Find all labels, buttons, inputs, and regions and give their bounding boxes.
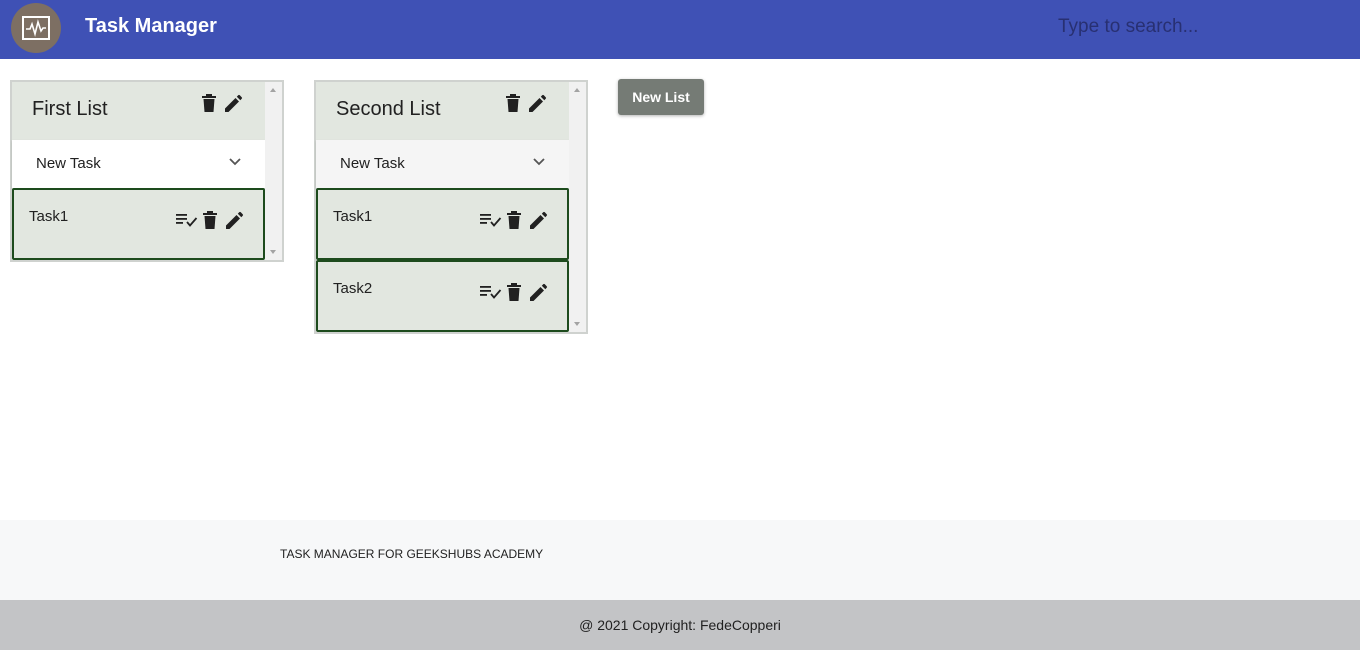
trash-icon[interactable] xyxy=(505,94,521,112)
list-header: First List xyxy=(12,82,265,140)
app-title: Task Manager xyxy=(85,15,217,37)
task-label: Task2 xyxy=(333,280,373,297)
list-card-second: Second List New Task Task1 Task2 xyxy=(314,80,588,334)
playlist-check-icon[interactable] xyxy=(480,212,502,228)
activity-monitor-icon[interactable] xyxy=(11,3,61,53)
new-task-expander[interactable]: New Task xyxy=(12,140,265,188)
task-item: Task2 xyxy=(316,260,569,332)
edit-icon[interactable] xyxy=(224,211,244,231)
playlist-check-icon[interactable] xyxy=(176,212,198,228)
list-scrollbar[interactable] xyxy=(265,82,282,260)
search-input[interactable] xyxy=(1058,12,1348,42)
footer: TASK MANAGER FOR GEEKSHUBS ACADEMY xyxy=(0,520,1360,600)
edit-icon[interactable] xyxy=(528,211,548,231)
scroll-down-icon[interactable] xyxy=(574,322,580,326)
list-title: Second List xyxy=(336,98,441,120)
chevron-down-icon[interactable] xyxy=(228,157,242,167)
playlist-check-icon[interactable] xyxy=(480,284,502,300)
new-task-label: New Task xyxy=(36,155,101,172)
trash-icon[interactable] xyxy=(506,283,522,301)
scroll-down-icon[interactable] xyxy=(270,250,276,254)
copyright-text: @ 2021 Copyright: FedeCopperi xyxy=(579,617,781,633)
top-app-bar: Task Manager xyxy=(0,0,1360,59)
edit-icon[interactable] xyxy=(528,283,548,303)
list-scrollbar[interactable] xyxy=(569,82,586,332)
task-label: Task1 xyxy=(29,208,69,225)
footer-text: TASK MANAGER FOR GEEKSHUBS ACADEMY xyxy=(280,547,544,561)
trash-icon[interactable] xyxy=(202,211,218,229)
task-item: Task1 xyxy=(316,188,569,260)
list-header: Second List xyxy=(316,82,569,140)
list-card-first: First List New Task Task1 xyxy=(10,80,284,262)
new-task-label: New Task xyxy=(340,155,405,172)
new-list-button[interactable]: New List xyxy=(618,79,704,115)
edit-icon[interactable] xyxy=(527,94,547,114)
trash-icon[interactable] xyxy=(506,211,522,229)
list-title: First List xyxy=(32,98,108,120)
scroll-up-icon[interactable] xyxy=(574,88,580,92)
chevron-down-icon[interactable] xyxy=(532,157,546,167)
scroll-up-icon[interactable] xyxy=(270,88,276,92)
new-task-expander[interactable]: New Task xyxy=(316,140,569,188)
task-item: Task1 xyxy=(12,188,265,260)
task-label: Task1 xyxy=(333,208,373,225)
edit-icon[interactable] xyxy=(223,94,243,114)
trash-icon[interactable] xyxy=(201,94,217,112)
copyright-bar: @ 2021 Copyright: FedeCopperi xyxy=(0,600,1360,650)
